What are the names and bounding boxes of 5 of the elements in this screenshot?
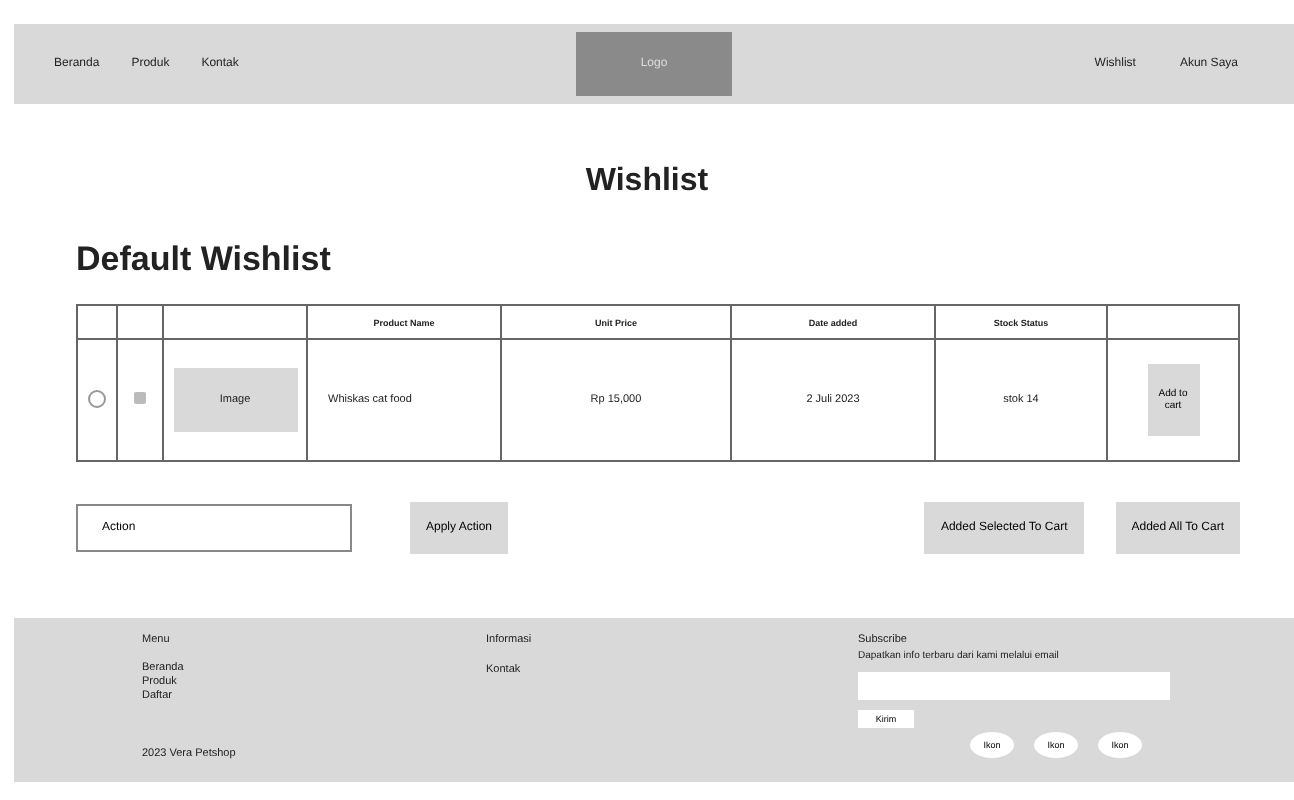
- radio-button[interactable]: [88, 389, 106, 407]
- page-title: Wishlist: [583, 164, 711, 200]
- email-field[interactable]: [858, 672, 1170, 700]
- checkbox[interactable]: [134, 392, 146, 404]
- wishlist-title: Default Wishlist: [76, 240, 333, 280]
